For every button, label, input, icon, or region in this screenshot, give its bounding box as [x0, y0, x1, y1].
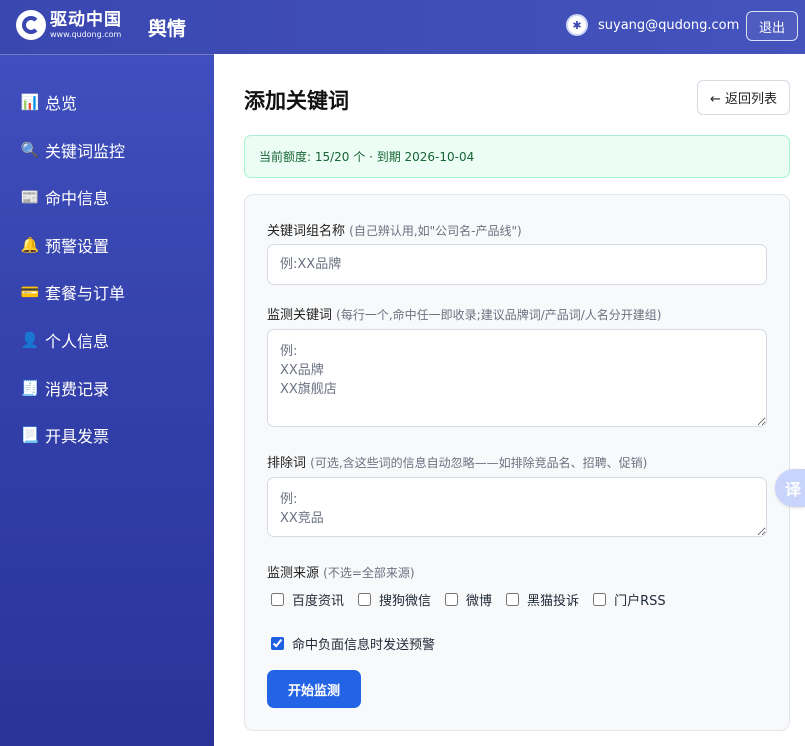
sidebar: 📊 总览 🔍 关键词监控 📰 命中信息 🔔 预警设置 💳 套餐与订单 👤 个人信…: [0, 54, 214, 746]
source-option-heimao[interactable]: 黑猫投诉: [506, 590, 579, 609]
brand-subtitle: 舆情: [148, 18, 187, 40]
logo-url: www.qudong.com: [50, 29, 122, 39]
logo-title: 驱动中国: [50, 9, 122, 30]
source-checkbox-baidu[interactable]: [271, 593, 284, 606]
sidebar-item-hits[interactable]: 📰 命中信息: [20, 185, 109, 209]
invoice-icon: 📃: [20, 426, 40, 444]
sidebar-item-spending[interactable]: 🧾 消费记录: [20, 376, 109, 400]
group-name-input[interactable]: [267, 244, 767, 285]
sidebar-item-label: 消费记录: [45, 380, 110, 399]
group-name-label: 关键词组名称 (自己辨认用,如"公司名-产品线"): [267, 224, 522, 239]
exclude-label: 排除词 (可选,含这些词的信息自动忽略——如排除竞品名、招聘、促销): [267, 456, 648, 471]
source-checkbox-heimao[interactable]: [506, 593, 520, 606]
sidebar-item-label: 个人信息: [45, 332, 110, 351]
start-monitor-button[interactable]: 开始监测: [267, 670, 361, 708]
negative-alert-option[interactable]: 命中负面信息时发送预警: [271, 634, 435, 653]
main-content: 添加关键词 ← 返回列表 当前额度: 15/20 个 · 到期 2026-10-…: [214, 54, 805, 746]
sidebar-item-label: 预警设置: [45, 237, 110, 256]
source-option-portal-rss[interactable]: 门户RSS: [593, 590, 666, 609]
sidebar-item-keyword-monitor[interactable]: 🔍 关键词监控: [20, 138, 125, 162]
user-icon: 👤: [20, 331, 40, 349]
sidebar-item-invoice[interactable]: 📃 开具发票: [20, 423, 109, 447]
source-option-weibo[interactable]: 微博: [445, 590, 492, 609]
exclude-textarea[interactable]: [267, 477, 767, 537]
sidebar-item-label: 开具发票: [45, 427, 110, 446]
source-option-sogou-wechat[interactable]: 搜狗微信: [358, 590, 431, 609]
source-option-baidu[interactable]: 百度资讯: [271, 590, 344, 609]
page-title: 添加关键词: [244, 89, 349, 113]
sidebar-item-alerts[interactable]: 🔔 预警设置: [20, 233, 109, 257]
negative-alert-checkbox[interactable]: [271, 637, 284, 650]
source-checkbox-weibo[interactable]: [445, 593, 459, 606]
keywords-textarea[interactable]: [267, 329, 767, 427]
source-checkbox-portal-rss[interactable]: [593, 593, 607, 606]
source-checkbox-sogou-wechat[interactable]: [358, 593, 372, 606]
source-options: 百度资讯 搜狗微信 微博 黑猫投诉 门户RSS: [271, 590, 680, 609]
credit-card-icon: 💳: [20, 283, 40, 301]
ledger-icon: 🧾: [20, 379, 40, 397]
keyword-form: 关键词组名称 (自己辨认用,如"公司名-产品线") 监测关键词 (每行一个,命中…: [244, 194, 790, 731]
sidebar-item-label: 套餐与订单: [45, 284, 126, 303]
user-info: ✱ suyang@qudong.com: [566, 14, 739, 36]
sidebar-item-label: 命中信息: [45, 189, 110, 208]
top-bar: 驱动中国 www.qudong.com 舆情 ✱ suyang@qudong.c…: [0, 0, 805, 54]
search-icon: 🔍: [20, 141, 40, 159]
quota-banner: 当前额度: 15/20 个 · 到期 2026-10-04: [244, 135, 790, 178]
chart-icon: 📊: [20, 93, 40, 111]
back-to-list-button[interactable]: ← 返回列表: [697, 80, 790, 115]
sidebar-item-overview[interactable]: 📊 总览: [20, 90, 77, 114]
user-email: suyang@qudong.com: [598, 17, 740, 33]
translate-widget-button[interactable]: 译: [775, 469, 805, 507]
sidebar-item-label: 总览: [45, 94, 78, 113]
logout-button[interactable]: 退出: [746, 11, 798, 41]
sidebar-item-profile[interactable]: 👤 个人信息: [20, 328, 109, 352]
bell-icon: 🔔: [20, 236, 40, 254]
sidebar-item-label: 关键词监控: [45, 142, 126, 161]
newspaper-icon: 📰: [20, 188, 40, 206]
sources-label: 监测来源 (不选=全部来源): [267, 566, 415, 581]
logo-mark-icon: [16, 10, 46, 40]
sidebar-item-plans[interactable]: 💳 套餐与订单: [20, 280, 125, 304]
logo[interactable]: 驱动中国 www.qudong.com: [16, 10, 122, 40]
avatar-icon: ✱: [566, 14, 588, 36]
keywords-label: 监测关键词 (每行一个,命中任一即收录;建议品牌词/产品词/人名分开建组): [267, 308, 662, 323]
